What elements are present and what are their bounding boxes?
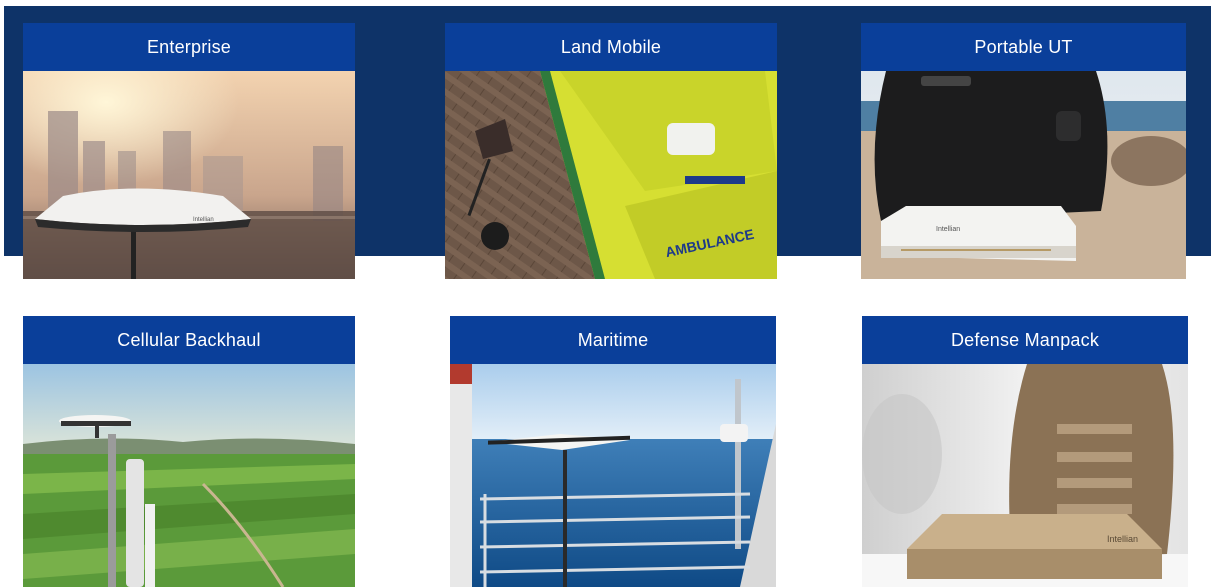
maritime-image (450, 364, 776, 587)
cellular-backhaul-image (23, 364, 355, 587)
defense-manpack-image: Intellian (862, 364, 1188, 587)
card-title: Defense Manpack (862, 316, 1188, 364)
portable-ut-image: Intellian (861, 71, 1186, 279)
card-title: Maritime (450, 316, 776, 364)
intellian-label: Intellian (936, 226, 960, 233)
card-maritime[interactable]: Maritime (450, 316, 776, 587)
card-title: Land Mobile (445, 23, 777, 71)
svg-text:Intellian: Intellian (193, 217, 214, 223)
card-title: Portable UT (861, 23, 1186, 71)
intellian-label: Intellian (1107, 534, 1138, 544)
card-enterprise[interactable]: Enterprise Intellian (23, 23, 355, 279)
card-title: Enterprise (23, 23, 355, 71)
card-land-mobile[interactable]: Land Mobile AMBULANCE (445, 23, 777, 279)
card-portable-ut[interactable]: Portable UT Intellian (861, 23, 1186, 279)
card-cellular-backhaul[interactable]: Cellular Backhaul (23, 316, 355, 587)
card-defense-manpack[interactable]: Defense Manpack Intellian (862, 316, 1188, 587)
card-title: Cellular Backhaul (23, 316, 355, 364)
land-mobile-image: AMBULANCE (445, 71, 777, 279)
enterprise-image: Intellian (23, 71, 355, 279)
